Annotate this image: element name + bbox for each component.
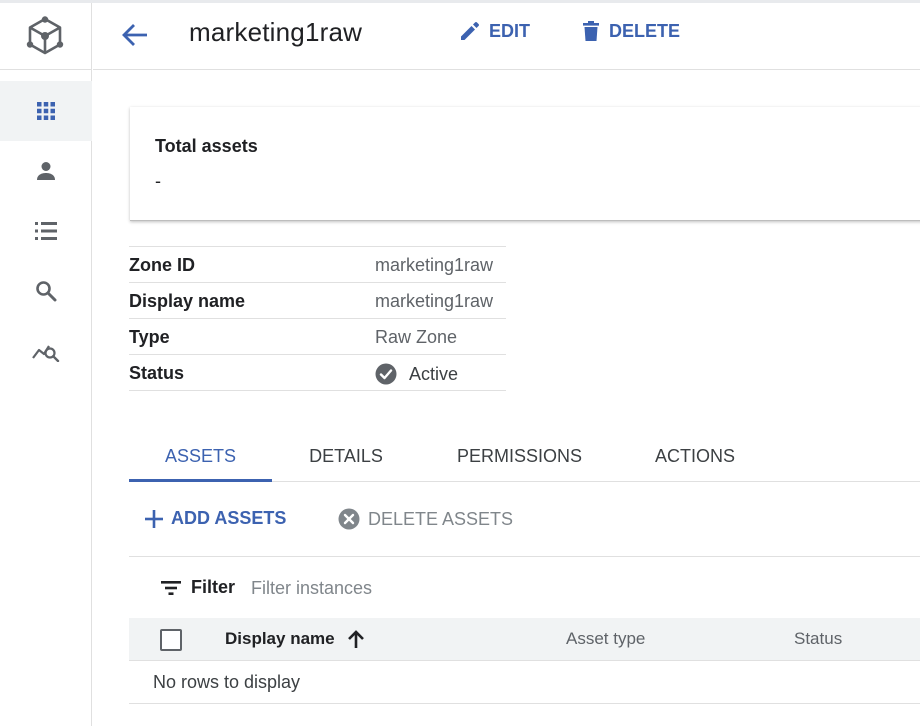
zone-properties: Zone ID marketing1raw Display name marke… (129, 246, 506, 391)
pencil-icon (461, 22, 479, 40)
tab-details[interactable]: DETAILS (291, 430, 401, 482)
nav-item-apps[interactable] (0, 81, 92, 141)
column-asset-type[interactable]: Asset type (566, 629, 645, 649)
tab-permissions[interactable]: PERMISSIONS (437, 430, 602, 482)
nav-item-search[interactable] (0, 261, 92, 321)
search-icon (36, 281, 57, 302)
status-value: Active (375, 363, 458, 385)
property-row: Type Raw Zone (129, 319, 506, 355)
nav-item-insights[interactable] (0, 321, 92, 381)
filter-label: Filter (191, 577, 236, 597)
filter-input[interactable] (251, 573, 651, 603)
assets-table-header: Display name Asset type Status (129, 618, 920, 661)
property-row: Zone ID marketing1raw (129, 247, 506, 283)
property-key: Zone ID (129, 255, 195, 275)
plus-icon (145, 509, 163, 528)
list-icon (35, 222, 57, 240)
total-assets-value: - (155, 171, 161, 191)
edit-button[interactable]: EDIT (459, 20, 530, 42)
select-all-checkbox[interactable] (160, 629, 182, 651)
back-button[interactable] (119, 19, 151, 51)
property-value: Raw Zone (375, 327, 458, 347)
check-circle-icon (375, 363, 397, 385)
column-display-name[interactable]: Display name (225, 629, 365, 649)
property-key: Status (129, 363, 185, 383)
apps-grid-icon (37, 102, 55, 120)
page-header: marketing1raw EDIT DELETE (93, 3, 920, 70)
delete-assets-button[interactable]: DELETE ASSETS (338, 508, 513, 530)
total-assets-card: Total assets - (130, 107, 920, 221)
filter-list-icon (161, 580, 181, 595)
property-value: marketing1raw (375, 255, 494, 275)
filter-bar: Filter (129, 556, 920, 618)
edit-label: EDIT (489, 20, 531, 41)
cancel-circle-icon (338, 508, 360, 530)
zone-tabs: ASSETS DETAILS PERMISSIONS ACTIONS (129, 430, 920, 482)
property-key: Display name (129, 291, 246, 311)
person-icon (37, 162, 55, 180)
side-rail (0, 3, 92, 726)
column-display-name-label: Display name (225, 629, 335, 648)
total-assets-label: Total assets (155, 136, 258, 156)
column-status[interactable]: Status (794, 629, 842, 649)
property-row: Status Active (129, 355, 506, 391)
empty-table-row: No rows to display (129, 661, 920, 704)
nav-item-people[interactable] (0, 141, 92, 201)
arrow-back-icon (122, 24, 147, 46)
page-title: marketing1raw (189, 17, 363, 47)
tab-actions[interactable]: ACTIONS (637, 430, 753, 482)
nav-item-list[interactable] (0, 201, 92, 261)
insights-search-icon (32, 345, 60, 362)
add-assets-label: ADD ASSETS (171, 508, 287, 528)
property-row: Display name marketing1raw (129, 283, 506, 319)
active-tab-indicator (129, 479, 272, 482)
trash-icon (583, 21, 599, 41)
empty-message: No rows to display (153, 672, 301, 692)
status-text: Active (409, 363, 459, 384)
dataplex-logo-icon[interactable] (22, 13, 68, 59)
rail-divider (0, 69, 92, 70)
arrow-upward-icon (347, 630, 364, 648)
property-value: marketing1raw (375, 291, 494, 311)
delete-assets-label: DELETE ASSETS (368, 508, 514, 529)
delete-button[interactable]: DELETE (581, 20, 680, 42)
filter-button[interactable]: Filter (161, 577, 235, 598)
tab-assets[interactable]: ASSETS (129, 430, 272, 482)
delete-label: DELETE (609, 20, 681, 41)
add-assets-button[interactable]: ADD ASSETS (145, 508, 286, 529)
property-key: Type (129, 327, 170, 347)
